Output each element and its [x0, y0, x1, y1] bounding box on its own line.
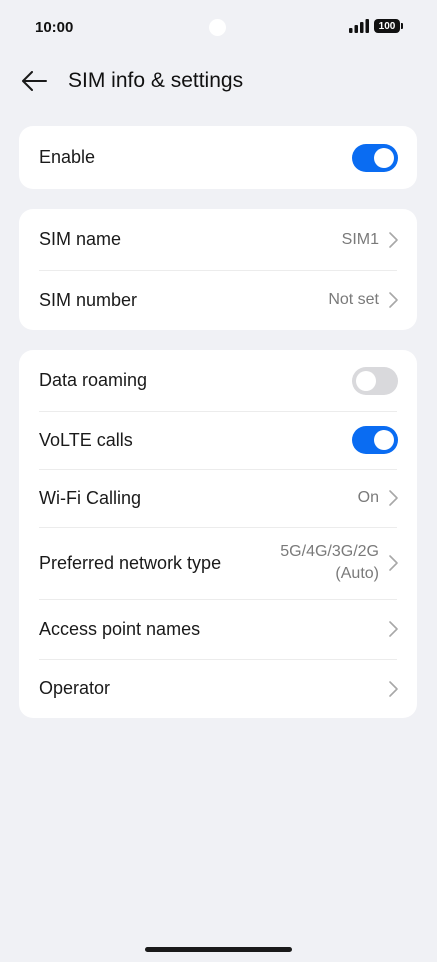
chevron-right-icon [389, 621, 398, 637]
back-button[interactable] [20, 68, 48, 94]
arrow-left-icon [22, 71, 47, 91]
operator-label: Operator [39, 678, 111, 698]
preferred-network-value-line2: (Auto) [335, 565, 379, 582]
sim-number-row[interactable]: SIM number Not set [19, 270, 417, 330]
sim-number-label: SIM number [39, 289, 138, 310]
data-roaming-label: Data roaming [39, 370, 148, 390]
volte-toggle[interactable] [352, 426, 398, 454]
sim-name-label: SIM name [39, 229, 122, 249]
sim-name-value: SIM1 [341, 230, 379, 248]
access-point-names-label: Access point names [39, 618, 201, 639]
volte-row[interactable]: VoLTE calls [19, 411, 417, 469]
network-settings-card: Data roaming VoLTE calls Wi-Fi Calling O… [19, 350, 417, 718]
wifi-calling-value: On [357, 489, 379, 506]
data-roaming-toggle[interactable] [352, 366, 398, 395]
preferred-network-label: Preferred network type [39, 552, 222, 573]
toggle-knob [374, 147, 394, 168]
camera-cutout [209, 19, 226, 36]
home-indicator[interactable] [145, 947, 292, 952]
preferred-network-value-line1: 5G/4G/3G/2G [280, 543, 379, 560]
operator-row[interactable]: Operator [19, 659, 417, 718]
chevron-right-icon [389, 231, 398, 248]
app-header: SIM info & settings [0, 56, 437, 106]
enable-row[interactable]: Enable [19, 126, 417, 189]
sim-card: SIM name SIM1 SIM number Not set [19, 209, 417, 330]
status-time: 10:00 [35, 19, 74, 36]
volte-label: VoLTE calls [39, 429, 133, 450]
sim-number-value: Not set [328, 291, 379, 308]
battery-icon: 100 [374, 19, 403, 33]
enable-label: Enable [39, 147, 96, 167]
status-bar: 10:00 100 [0, 0, 437, 56]
data-roaming-row[interactable]: Data roaming [19, 350, 417, 411]
enable-card: Enable [19, 126, 417, 189]
enable-toggle[interactable] [352, 143, 398, 172]
chevron-right-icon [389, 292, 398, 308]
chevron-right-icon [389, 555, 398, 571]
chevron-right-icon [389, 680, 398, 697]
toggle-knob [374, 430, 394, 450]
toggle-knob [356, 370, 376, 391]
sim-name-row[interactable]: SIM name SIM1 [19, 209, 417, 270]
signal-icon [349, 19, 369, 33]
wifi-calling-row[interactable]: Wi-Fi Calling On [19, 469, 417, 527]
page-title: SIM info & settings [68, 69, 244, 92]
chevron-right-icon [389, 490, 398, 506]
preferred-network-row[interactable]: Preferred network type 5G/4G/3G/2G (Auto… [19, 527, 417, 599]
wifi-calling-label: Wi-Fi Calling [39, 487, 142, 508]
access-point-names-row[interactable]: Access point names [19, 599, 417, 659]
preferred-network-value: 5G/4G/3G/2G (Auto) [280, 541, 379, 585]
